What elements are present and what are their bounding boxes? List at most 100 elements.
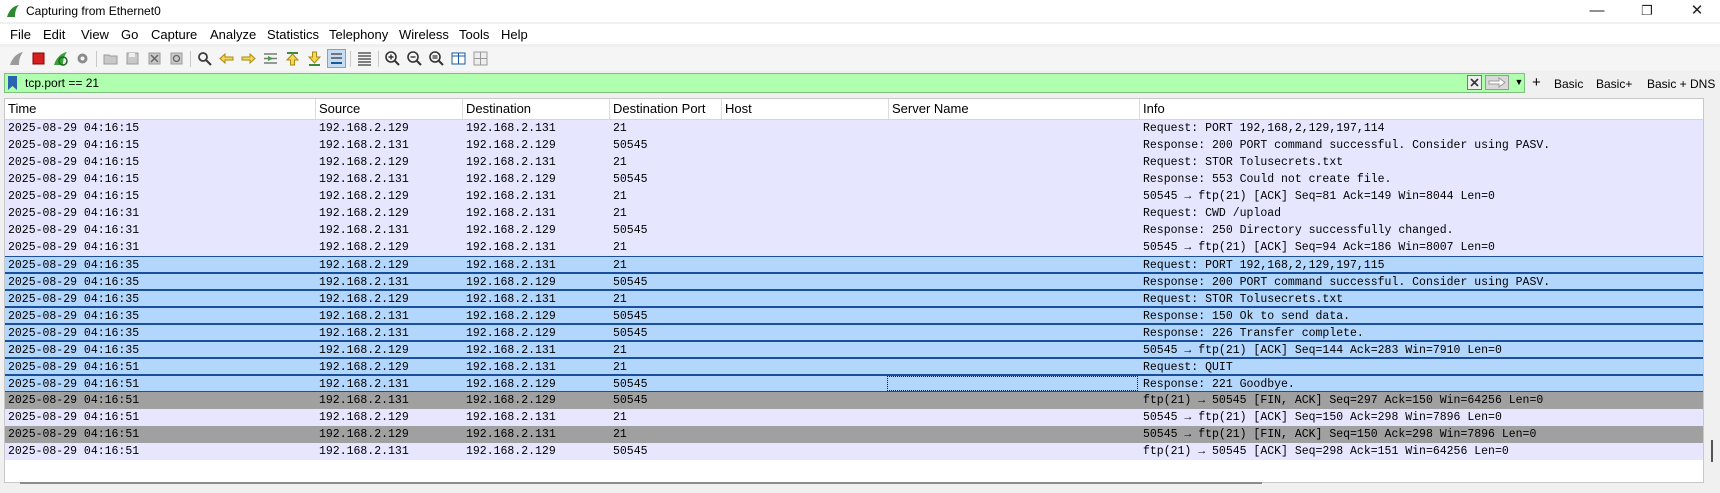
close-file-icon[interactable] bbox=[146, 50, 163, 67]
cell-info: Request: QUIT bbox=[1143, 361, 1233, 374]
find-icon[interactable] bbox=[196, 50, 213, 67]
options-gear-icon[interactable] bbox=[74, 50, 91, 67]
zoom-in-icon[interactable] bbox=[384, 50, 401, 67]
menu-telephony[interactable]: Telephony bbox=[329, 27, 388, 42]
menu-edit[interactable]: Edit bbox=[43, 27, 65, 42]
zoom-out-icon[interactable] bbox=[406, 50, 423, 67]
cell-time: 2025-08-29 04:16:15 bbox=[8, 122, 140, 135]
open-folder-icon[interactable] bbox=[102, 50, 119, 67]
layout-icon[interactable] bbox=[472, 50, 489, 67]
packet-row[interactable]: 2025-08-29 04:16:51 192.168.2.129 192.168.… bbox=[5, 409, 1703, 426]
cell-source: 192.168.2.129 bbox=[319, 428, 409, 441]
wireshark-fin-icon bbox=[7, 5, 19, 17]
cell-destination-port: 50545 bbox=[613, 327, 648, 340]
packet-row[interactable]: 2025-08-29 04:16:51 192.168.2.131 192.168.… bbox=[5, 392, 1703, 409]
packet-row[interactable]: 2025-08-29 04:16:35 192.168.2.129 192.168.… bbox=[5, 256, 1703, 274]
add-filter-button[interactable]: + bbox=[1532, 75, 1541, 90]
menu-go[interactable]: Go bbox=[121, 27, 138, 42]
first-packet-icon[interactable] bbox=[284, 50, 301, 67]
minimize-button[interactable]: — bbox=[1574, 0, 1620, 22]
cell-destination-port: 21 bbox=[613, 259, 627, 272]
column-header-source[interactable]: Source bbox=[316, 99, 463, 119]
bookmark-icon[interactable] bbox=[7, 76, 18, 90]
packet-row[interactable]: 2025-08-29 04:16:31 192.168.2.129 192.168.… bbox=[5, 205, 1703, 222]
menu-file[interactable]: File bbox=[10, 27, 31, 42]
cell-destination: 192.168.2.129 bbox=[466, 139, 556, 152]
column-header-destination-port[interactable]: Destination Port bbox=[610, 99, 722, 119]
filter-history-dropdown-icon[interactable]: ▼ bbox=[1513, 75, 1525, 90]
clear-filter-icon[interactable] bbox=[1467, 75, 1482, 90]
menu-capture[interactable]: Capture bbox=[151, 27, 197, 42]
cell-info: 50545 → ftp(21) [ACK] Seq=94 Ack=186 Win… bbox=[1143, 241, 1495, 254]
last-packet-icon[interactable] bbox=[306, 50, 323, 67]
cell-host bbox=[722, 274, 889, 291]
cell-host bbox=[722, 342, 889, 359]
filter-button-basic[interactable]: Basic bbox=[1554, 77, 1583, 91]
column-header-server-name[interactable]: Server Name bbox=[889, 99, 1140, 119]
packet-row[interactable]: 2025-08-29 04:16:35 192.168.2.131 192.168.… bbox=[5, 324, 1703, 341]
save-icon[interactable] bbox=[124, 50, 141, 67]
packet-row[interactable]: 2025-08-29 04:16:15 192.168.2.131 192.168.… bbox=[5, 171, 1703, 188]
cell-time: 2025-08-29 04:16:35 bbox=[8, 344, 140, 357]
reload-icon[interactable] bbox=[168, 50, 185, 67]
go-to-packet-icon[interactable] bbox=[262, 50, 279, 67]
cell-host bbox=[722, 257, 889, 274]
cell-source: 192.168.2.129 bbox=[319, 411, 409, 424]
menu-view[interactable]: View bbox=[81, 27, 109, 42]
apply-filter-arrow-icon[interactable] bbox=[1485, 75, 1509, 90]
go-forward-icon[interactable] bbox=[240, 50, 257, 67]
cell-info: Request: PORT 192,168,2,129,197,114 bbox=[1143, 122, 1385, 135]
maximize-button[interactable]: ❐ bbox=[1624, 0, 1670, 22]
cell-destination-port: 50545 bbox=[613, 378, 648, 391]
packet-row[interactable]: 2025-08-29 04:16:35 192.168.2.131 192.168.… bbox=[5, 307, 1703, 324]
menu-statistics[interactable]: Statistics bbox=[267, 27, 319, 42]
restart-icon[interactable] bbox=[52, 50, 69, 67]
packet-row[interactable]: 2025-08-29 04:16:15 192.168.2.129 192.168.… bbox=[5, 154, 1703, 171]
filter-button-basic-dns[interactable]: Basic + DNS bbox=[1647, 77, 1715, 91]
cell-destination-port: 21 bbox=[613, 428, 627, 441]
packet-row[interactable]: 2025-08-29 04:16:31 192.168.2.131 192.168.… bbox=[5, 222, 1703, 239]
cell-server-name bbox=[889, 171, 1140, 188]
cell-info: Response: 250 Directory successfully cha… bbox=[1143, 224, 1454, 237]
shark-fin-start-icon[interactable] bbox=[8, 50, 25, 67]
vertical-scrollbar-thumb[interactable] bbox=[1711, 440, 1713, 462]
cell-source: 192.168.2.131 bbox=[319, 173, 409, 186]
cell-source: 192.168.2.131 bbox=[319, 139, 409, 152]
packet-row[interactable]: 2025-08-29 04:16:15 192.168.2.129 192.168.… bbox=[5, 188, 1703, 205]
go-back-icon[interactable] bbox=[218, 50, 235, 67]
menu-analyze[interactable]: Analyze bbox=[210, 27, 256, 42]
display-filter-input[interactable] bbox=[25, 75, 1465, 91]
cell-time: 2025-08-29 04:16:51 bbox=[8, 394, 140, 407]
packet-row[interactable]: 2025-08-29 04:16:15 192.168.2.131 192.168.… bbox=[5, 137, 1703, 154]
menu-wireless[interactable]: Wireless bbox=[399, 27, 449, 42]
cell-host bbox=[722, 222, 889, 239]
resize-columns-icon[interactable] bbox=[450, 50, 467, 67]
autoscroll-icon[interactable] bbox=[327, 49, 346, 68]
packet-row[interactable]: 2025-08-29 04:16:51 192.168.2.131 192.168.… bbox=[5, 443, 1703, 460]
cell-source: 192.168.2.131 bbox=[319, 394, 409, 407]
cell-server-name bbox=[889, 120, 1140, 137]
normal-size-icon[interactable] bbox=[428, 50, 445, 67]
packet-row[interactable]: 2025-08-29 04:16:31 192.168.2.129 192.168.… bbox=[5, 239, 1703, 256]
cell-info: 50545 → ftp(21) [ACK] Seq=150 Ack=298 Wi… bbox=[1143, 411, 1502, 424]
packet-row[interactable]: 2025-08-29 04:16:51 192.168.2.131 192.168.… bbox=[5, 375, 1703, 392]
column-header-destination[interactable]: Destination bbox=[463, 99, 610, 119]
packet-list[interactable]: Time Source Destination Destination Port… bbox=[4, 98, 1704, 483]
stop-icon[interactable] bbox=[30, 50, 47, 67]
column-header-time[interactable]: Time bbox=[5, 99, 316, 119]
cell-time: 2025-08-29 04:16:35 bbox=[8, 259, 140, 272]
packet-row[interactable]: 2025-08-29 04:16:51 192.168.2.129 192.168.… bbox=[5, 426, 1703, 443]
packet-row[interactable]: 2025-08-29 04:16:51 192.168.2.129 192.168.… bbox=[5, 358, 1703, 375]
column-header-info[interactable]: Info bbox=[1140, 99, 1703, 119]
packet-row[interactable]: 2025-08-29 04:16:15 192.168.2.129 192.168.… bbox=[5, 120, 1703, 137]
packet-row[interactable]: 2025-08-29 04:16:35 192.168.2.129 192.168.… bbox=[5, 290, 1703, 307]
packet-row[interactable]: 2025-08-29 04:16:35 192.168.2.129 192.168.… bbox=[5, 341, 1703, 359]
menu-tools[interactable]: Tools bbox=[459, 27, 489, 42]
horizontal-scrollbar[interactable] bbox=[20, 482, 1262, 484]
filter-button-basic-plus[interactable]: Basic+ bbox=[1596, 77, 1632, 91]
colorize-icon[interactable] bbox=[356, 50, 373, 67]
close-window-button[interactable]: ✕ bbox=[1674, 0, 1720, 22]
packet-row[interactable]: 2025-08-29 04:16:35 192.168.2.131 192.168.… bbox=[5, 273, 1703, 291]
column-header-host[interactable]: Host bbox=[722, 99, 889, 119]
menu-help[interactable]: Help bbox=[501, 27, 528, 42]
